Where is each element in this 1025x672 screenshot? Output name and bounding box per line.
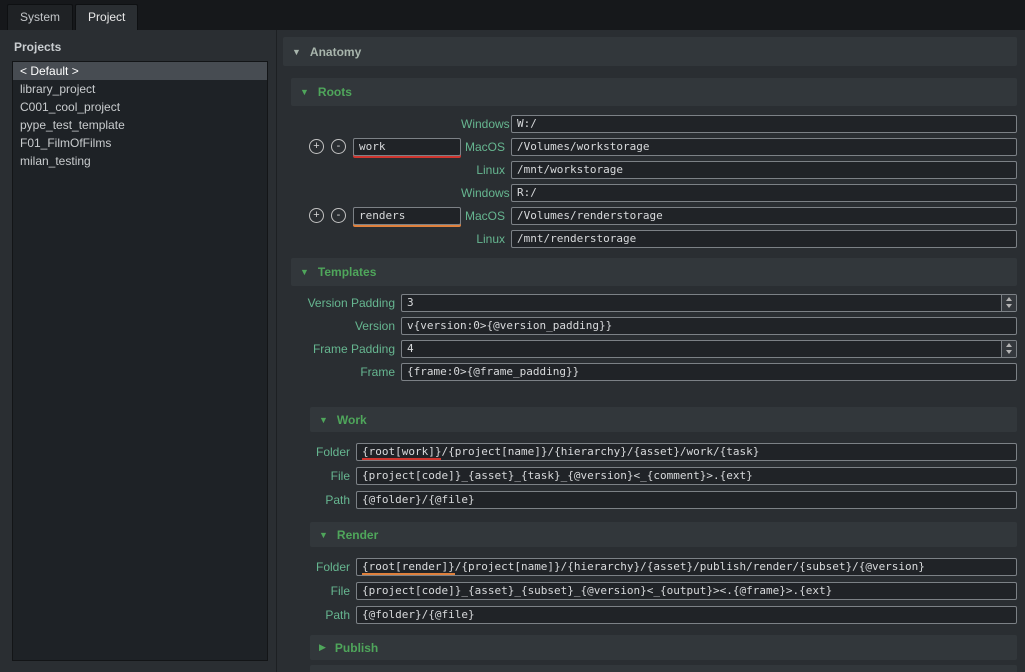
linux-label: Linux xyxy=(461,232,511,246)
spinner-down-icon[interactable] xyxy=(1006,350,1012,354)
root-windows-row: Windows W:/ xyxy=(291,112,1017,135)
version-padding-row: Version Padding 3 xyxy=(291,291,1017,314)
templates-section-title: Templates xyxy=(318,265,376,279)
frame-padding-row: Frame Padding 4 xyxy=(291,337,1017,360)
expand-triangle-icon[interactable]: ▼ xyxy=(300,267,309,277)
frame-padding-label: Frame Padding xyxy=(291,342,401,356)
root-token-highlight: {root[work]} xyxy=(362,445,441,460)
anatomy-section-header[interactable]: ▼ Anatomy xyxy=(283,37,1017,66)
root-renders-windows-input[interactable]: R:/ xyxy=(511,184,1017,202)
root-work-macos-input[interactable]: /Volumes/workstorage xyxy=(511,138,1017,156)
publish-section-header[interactable]: ▶ Publish xyxy=(310,635,1017,660)
anatomy-section-title: Anatomy xyxy=(310,45,361,59)
add-root-button[interactable]: + xyxy=(309,208,324,223)
expand-triangle-icon[interactable]: ▼ xyxy=(319,415,328,425)
root-controls: + - renders xyxy=(291,207,461,225)
anatomy-panel: ▼ Anatomy ▼ Roots Windows W:/ + - work xyxy=(277,30,1025,672)
root-renders-linux-input[interactable]: /mnt/renderstorage xyxy=(511,230,1017,248)
file-label: File xyxy=(310,584,356,598)
root-work-windows-input[interactable]: W:/ xyxy=(511,115,1017,133)
remove-root-button[interactable]: - xyxy=(331,139,346,154)
frame-padding-input[interactable]: 4 xyxy=(401,340,1017,358)
work-folder-template-input[interactable]: {root[work]}/{project[name]}/{hierarchy}… xyxy=(356,443,1017,461)
tab-system[interactable]: System xyxy=(7,4,73,30)
root-linux-row: Linux /mnt/workstorage xyxy=(291,158,1017,181)
spinner-buttons[interactable] xyxy=(1001,341,1016,357)
expand-triangle-icon[interactable]: ▼ xyxy=(292,47,301,57)
path-label: Path xyxy=(310,608,356,622)
version-row: Version v{version:0>{@version_padding}} xyxy=(291,314,1017,337)
folder-label: Folder xyxy=(310,445,356,459)
next-section-header-partial[interactable] xyxy=(310,665,1017,672)
windows-label: Windows xyxy=(461,117,511,131)
root-macos-row: + - renders MacOS /Volumes/renderstorage xyxy=(291,204,1017,227)
project-list-item[interactable]: C001_cool_project xyxy=(13,98,267,116)
version-label: Version xyxy=(291,319,401,333)
file-label: File xyxy=(310,469,356,483)
project-list-item[interactable]: pype_test_template xyxy=(13,116,267,134)
projects-sidebar: Projects < Default > library_project C00… xyxy=(0,30,277,672)
root-linux-row: Linux /mnt/renderstorage xyxy=(291,227,1017,250)
windows-label: Windows xyxy=(461,186,511,200)
work-folder-row: Folder {root[work]}/{project[name]}/{hie… xyxy=(310,440,1017,464)
roots-section-title: Roots xyxy=(318,85,352,99)
root-name-input[interactable]: renders xyxy=(353,207,461,225)
collapse-triangle-icon[interactable]: ▶ xyxy=(319,642,326,653)
frame-template-input[interactable]: {frame:0>{@frame_padding}} xyxy=(401,363,1017,381)
render-file-row: File {project[code]}_{asset}_{subset}_{@… xyxy=(310,579,1017,603)
add-root-button[interactable]: + xyxy=(309,139,324,154)
spinner-up-icon[interactable] xyxy=(1006,297,1012,301)
root-token-highlight: {root[render]} xyxy=(362,560,455,575)
root-work-linux-input[interactable]: /mnt/workstorage xyxy=(511,161,1017,179)
project-list-item[interactable]: library_project xyxy=(13,80,267,98)
spinner-down-icon[interactable] xyxy=(1006,304,1012,308)
folder-label: Folder xyxy=(310,560,356,574)
root-renders-macos-input[interactable]: /Volumes/renderstorage xyxy=(511,207,1017,225)
spinner-up-icon[interactable] xyxy=(1006,343,1012,347)
work-file-template-input[interactable]: {project[code]}_{asset}_{task}_{@version… xyxy=(356,467,1017,485)
path-label: Path xyxy=(310,493,356,507)
version-template-input[interactable]: v{version:0>{@version_padding}} xyxy=(401,317,1017,335)
window-tab-bar: System Project xyxy=(0,0,1025,30)
render-path-template-input[interactable]: {@folder}/{@file} xyxy=(356,606,1017,624)
project-list-item-default[interactable]: < Default > xyxy=(13,62,267,80)
root-controls: + - work xyxy=(291,138,461,156)
work-path-row: Path {@folder}/{@file} xyxy=(310,488,1017,512)
project-list-item[interactable]: milan_testing xyxy=(13,152,267,170)
roots-section-header[interactable]: ▼ Roots xyxy=(291,78,1017,106)
publish-section-title: Publish xyxy=(335,641,378,655)
project-list[interactable]: < Default > library_project C001_cool_pr… xyxy=(12,61,268,661)
root-macos-row: + - work MacOS /Volumes/workstorage xyxy=(291,135,1017,158)
work-section-title: Work xyxy=(337,413,367,427)
expand-triangle-icon[interactable]: ▼ xyxy=(319,530,328,540)
frame-label: Frame xyxy=(291,365,401,379)
settings-content: Projects < Default > library_project C00… xyxy=(0,30,1025,672)
version-padding-label: Version Padding xyxy=(291,296,401,310)
work-file-row: File {project[code]}_{asset}_{task}_{@ve… xyxy=(310,464,1017,488)
templates-section-header[interactable]: ▼ Templates xyxy=(291,258,1017,286)
frame-row: Frame {frame:0>{@frame_padding}} xyxy=(291,360,1017,383)
macos-label: MacOS xyxy=(461,140,511,154)
render-folder-row: Folder {root[render]}/{project[name]}/{h… xyxy=(310,555,1017,579)
root-windows-row: Windows R:/ xyxy=(291,181,1017,204)
project-list-item[interactable]: F01_FilmOfFilms xyxy=(13,134,267,152)
tab-project[interactable]: Project xyxy=(75,4,138,30)
root-name-input[interactable]: work xyxy=(353,138,461,156)
render-section-title: Render xyxy=(337,528,378,542)
render-path-row: Path {@folder}/{@file} xyxy=(310,603,1017,627)
linux-label: Linux xyxy=(461,163,511,177)
projects-title: Projects xyxy=(14,40,268,54)
render-section-header[interactable]: ▼ Render xyxy=(310,522,1017,547)
render-file-template-input[interactable]: {project[code]}_{asset}_{subset}_{@versi… xyxy=(356,582,1017,600)
work-section-header[interactable]: ▼ Work xyxy=(310,407,1017,432)
version-padding-input[interactable]: 3 xyxy=(401,294,1017,312)
remove-root-button[interactable]: - xyxy=(331,208,346,223)
work-path-template-input[interactable]: {@folder}/{@file} xyxy=(356,491,1017,509)
spinner-buttons[interactable] xyxy=(1001,295,1016,311)
expand-triangle-icon[interactable]: ▼ xyxy=(300,87,309,97)
render-folder-template-input[interactable]: {root[render]}/{project[name]}/{hierarch… xyxy=(356,558,1017,576)
macos-label: MacOS xyxy=(461,209,511,223)
